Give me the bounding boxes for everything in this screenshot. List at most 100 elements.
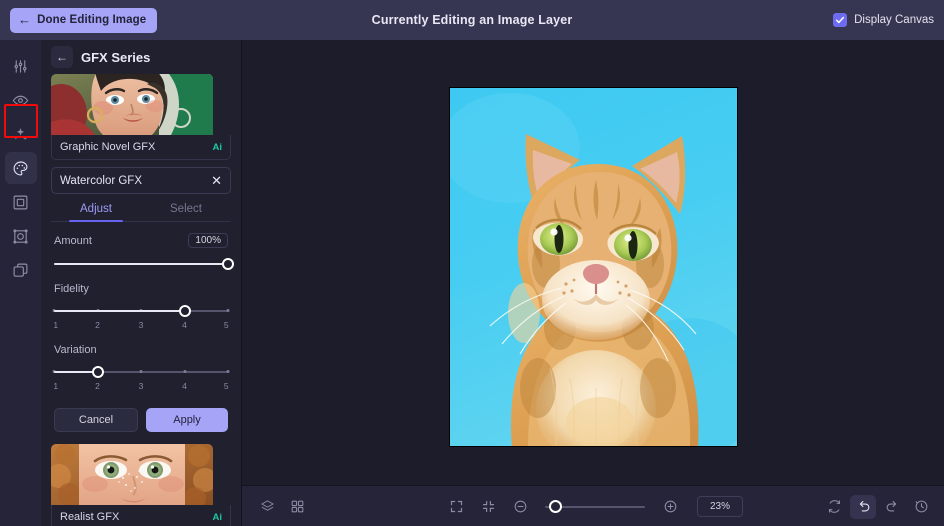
close-icon[interactable]: ✕ <box>211 174 222 187</box>
shrink-icon <box>482 500 494 513</box>
zoom-in-button[interactable] <box>657 495 683 519</box>
variation-slider[interactable] <box>52 364 230 380</box>
amount-slider-thumb[interactable] <box>222 258 234 270</box>
tick-label: 4 <box>182 320 187 330</box>
display-canvas-label: Display Canvas <box>854 14 934 26</box>
control-variation-label: Variation <box>54 344 97 356</box>
zoom-out-button[interactable] <box>507 495 533 519</box>
tick-label: 1 <box>53 320 59 330</box>
amount-slider-fill <box>54 263 228 265</box>
tick-label: 3 <box>138 320 144 330</box>
shrink-button[interactable] <box>475 495 501 519</box>
control-variation: Variation 1 2 3 4 5 <box>52 333 230 394</box>
undo-button[interactable] <box>850 494 876 519</box>
fit-screen-icon <box>450 500 462 513</box>
ai-badge: Ai <box>212 141 223 153</box>
adjustments-icon <box>14 59 27 73</box>
panel-title: GFX Series <box>81 49 151 65</box>
control-fidelity: Fidelity 1 2 3 4 5 <box>52 272 230 333</box>
arrow-left-icon: ← <box>56 50 68 64</box>
effects-panel: ← GFX Series Graphic Novel GFX Ai Waterc… <box>41 40 242 526</box>
tick-label: 5 <box>223 320 229 330</box>
control-fidelity-row: Fidelity <box>54 283 228 295</box>
panel-back-button[interactable]: ← <box>51 46 73 68</box>
effect-card-footer[interactable]: Graphic Novel GFX Ai <box>51 135 231 160</box>
effect-thumbnail-graphic-novel[interactable] <box>51 74 213 135</box>
fidelity-slider-fill <box>54 310 185 312</box>
done-editing-image-label: Done Editing Image <box>37 14 147 26</box>
top-bar: ← Done Editing Image Currently Editing a… <box>0 0 944 40</box>
transform-icon <box>13 229 28 243</box>
rail-item-effects[interactable] <box>5 118 37 150</box>
active-effect-title: Watercolor GFX <box>60 174 143 187</box>
tick-label: 5 <box>223 381 229 391</box>
tick-label: 2 <box>95 381 100 391</box>
fit-screen-button[interactable] <box>443 495 469 519</box>
variation-tick-labels: 1 2 3 4 5 <box>53 381 229 394</box>
effect-card-name: Graphic Novel GFX <box>60 141 156 153</box>
ai-badge: Ai <box>212 511 223 523</box>
reset-icon <box>828 500 840 513</box>
fidelity-slider-thumb[interactable] <box>178 305 191 317</box>
active-effect-header[interactable]: Watercolor GFX ✕ <box>51 167 231 194</box>
tick-label: 2 <box>95 320 100 330</box>
tab-adjust[interactable]: Adjust <box>51 203 141 222</box>
effect-card-footer[interactable]: Realist GFX Ai <box>51 505 231 526</box>
apply-button[interactable]: Apply <box>146 408 228 432</box>
done-editing-image-button[interactable]: ← Done Editing Image <box>10 7 158 33</box>
effect-tabs: Adjust Select <box>51 203 231 222</box>
rail-item-frame[interactable] <box>5 186 37 218</box>
rail-item-palette[interactable] <box>4 152 37 184</box>
control-fidelity-label: Fidelity <box>54 283 89 295</box>
image-editor-app: ← Done Editing Image Currently Editing a… <box>0 0 944 526</box>
display-canvas-toggle[interactable]: Display Canvas <box>833 0 934 40</box>
panel-header: ← GFX Series <box>41 40 241 74</box>
effect-thumbnail-realist[interactable] <box>51 444 213 505</box>
rail-item-layers-copy[interactable] <box>5 254 37 286</box>
zoom-out-icon <box>514 500 526 513</box>
reset-button[interactable] <box>821 495 847 519</box>
history-controls <box>821 486 934 526</box>
control-amount-value[interactable]: 100% <box>188 233 228 248</box>
redo-button[interactable] <box>879 495 905 519</box>
tick-label: 4 <box>182 381 187 391</box>
tick-label: 1 <box>53 381 59 391</box>
zoom-slider-thumb[interactable] <box>549 499 562 513</box>
history-icon <box>915 500 927 513</box>
fidelity-tick-labels: 1 2 3 4 5 <box>53 320 229 333</box>
sparkles-icon <box>14 127 28 140</box>
control-amount-label: Amount <box>54 234 92 247</box>
rail-item-visibility[interactable] <box>5 84 37 116</box>
tab-select[interactable]: Select <box>141 203 231 221</box>
amount-slider[interactable] <box>54 256 234 272</box>
rail-item-adjustments[interactable] <box>5 50 37 82</box>
effect-action-buttons: Cancel Apply <box>54 408 228 432</box>
tick-label: 3 <box>138 381 144 391</box>
frame-icon <box>13 195 28 209</box>
image-canvas[interactable] <box>449 87 738 447</box>
canvas-stage[interactable] <box>242 40 944 485</box>
effect-card-name: Realist GFX <box>60 511 120 523</box>
zoom-in-icon <box>664 500 676 513</box>
control-amount: Amount 100% <box>54 222 234 272</box>
effect-card-realist[interactable]: Realist GFX Ai <box>51 444 231 526</box>
effect-card-graphic-novel[interactable]: Graphic Novel GFX Ai <box>51 74 231 160</box>
variation-slider-thumb[interactable] <box>91 366 104 378</box>
rail-item-transform[interactable] <box>5 220 37 252</box>
checkbox-checked-icon[interactable] <box>833 13 848 27</box>
layers-copy-icon <box>13 263 28 277</box>
cancel-button[interactable]: Cancel <box>54 408 138 432</box>
undo-icon <box>859 500 869 512</box>
tool-rail <box>0 40 41 526</box>
history-button[interactable] <box>908 495 934 519</box>
fidelity-slider[interactable] <box>52 303 230 319</box>
bottom-toolbar: 23% <box>242 485 944 526</box>
zoom-slider[interactable] <box>545 499 645 515</box>
redo-icon <box>886 500 896 512</box>
control-variation-row: Variation <box>54 344 228 356</box>
control-amount-row: Amount 100% <box>54 233 228 248</box>
palette-icon <box>13 160 28 175</box>
zoom-level-value[interactable]: 23% <box>697 496 743 517</box>
eye-icon <box>12 95 29 105</box>
arrow-left-icon: ← <box>18 12 32 27</box>
